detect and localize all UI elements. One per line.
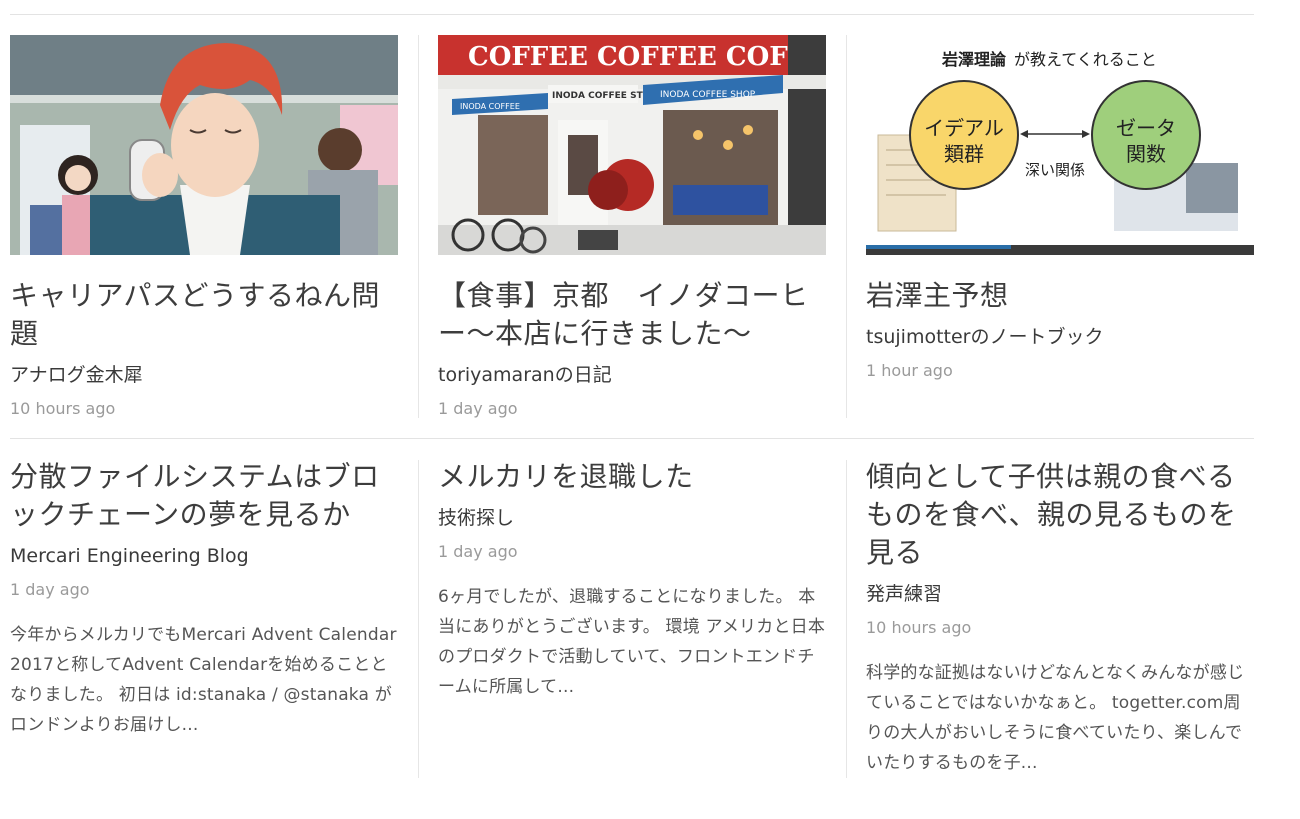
article-title[interactable]: 分散ファイルシステムはブロックチェーンの夢を見るか: [10, 458, 398, 534]
article-title[interactable]: 岩澤主予想: [866, 277, 1254, 315]
timestamp: 10 hours ago: [866, 618, 972, 637]
timestamp: 1 day ago: [438, 399, 518, 418]
article-thumbnail-2[interactable]: COFFEE COFFEE COFFEE INODA COFFEE INODA …: [438, 35, 826, 255]
article-excerpt: 科学的な証拠はないけどなんとなくみんなが感じていることではないかなぁと。 tog…: [866, 663, 1245, 773]
svg-text:深い関係: 深い関係: [1025, 161, 1085, 179]
blog-name[interactable]: toriyamaranの日記: [438, 363, 826, 387]
column-divider: [418, 35, 419, 418]
article-card-4[interactable]: 分散ファイルシステムはブロックチェーンの夢を見るか Mercari Engine…: [10, 458, 398, 740]
blog-name[interactable]: アナログ金木犀: [10, 363, 398, 387]
article-card-1[interactable]: キャリアパスどうするねん問題 アナログ金木犀 10 hours ago: [10, 35, 398, 419]
svg-text:ゼータ: ゼータ: [1116, 116, 1176, 140]
article-card-2[interactable]: COFFEE COFFEE COFFEE INODA COFFEE INODA …: [438, 35, 826, 419]
article-card-5[interactable]: メルカリを退職した 技術探し 1 day ago 6ヶ月でしたが、退職することに…: [438, 458, 826, 702]
article-card-3[interactable]: 岩澤理論 が教えてくれること イデアル 類群 ゼータ 関数 深い関係 岩澤主予想…: [866, 35, 1254, 381]
svg-text:イデアル: イデアル: [924, 116, 1004, 140]
article-title[interactable]: 傾向として子供は親の食べるものを食べ、親の見るものを見る: [866, 458, 1254, 572]
article-excerpt: 6ヶ月でしたが、退職することになりました。 本当にありがとうございます。 環境 …: [438, 587, 826, 697]
blog-name[interactable]: 発声練習: [866, 582, 1254, 606]
slide-diagram-image: 岩澤理論 が教えてくれること イデアル 類群 ゼータ 関数 深い関係: [866, 35, 1254, 255]
column-divider: [418, 460, 419, 778]
column-divider: [846, 460, 847, 778]
svg-text:が教えてくれること: が教えてくれること: [1014, 50, 1157, 69]
svg-text:INODA COFFEE: INODA COFFEE: [460, 102, 520, 111]
svg-text:関数: 関数: [1126, 142, 1166, 166]
anime-thumbnail-image: [10, 35, 398, 255]
article-title[interactable]: キャリアパスどうするねん問題: [10, 277, 398, 353]
article-thumbnail-1[interactable]: [10, 35, 398, 255]
article-thumbnail-3[interactable]: 岩澤理論 が教えてくれること イデアル 類群 ゼータ 関数 深い関係: [866, 35, 1254, 255]
timestamp: 10 hours ago: [10, 399, 116, 418]
article-title[interactable]: メルカリを退職した: [438, 458, 826, 496]
svg-text:INODA COFFEE SHOP: INODA COFFEE SHOP: [660, 90, 756, 100]
blog-name[interactable]: 技術探し: [438, 506, 826, 530]
timestamp: 1 hour ago: [866, 361, 953, 380]
blog-name[interactable]: tsujimotterのノートブック: [866, 325, 1254, 349]
row-divider: [10, 438, 1254, 439]
article-title[interactable]: 【食事】京都 イノダコーヒー〜本店に行きました〜: [438, 277, 826, 353]
blog-name[interactable]: Mercari Engineering Blog: [10, 544, 398, 568]
coffee-shop-image: COFFEE COFFEE COFFEE INODA COFFEE INODA …: [438, 35, 826, 255]
timestamp: 1 day ago: [438, 542, 518, 561]
article-excerpt: 今年からメルカリでもMercari Advent Calendar 2017と称…: [10, 625, 397, 735]
svg-text:COFFEE COFFEE COFFEE: COFFEE COFFEE COFFEE: [468, 42, 826, 72]
svg-text:類群: 類群: [944, 142, 984, 166]
column-divider: [846, 35, 847, 418]
svg-text:岩澤理論: 岩澤理論: [941, 50, 1007, 69]
timestamp: 1 day ago: [10, 580, 90, 599]
top-divider: [10, 14, 1254, 15]
article-card-6[interactable]: 傾向として子供は親の食べるものを食べ、親の見るものを見る 発声練習 10 hou…: [866, 458, 1254, 778]
